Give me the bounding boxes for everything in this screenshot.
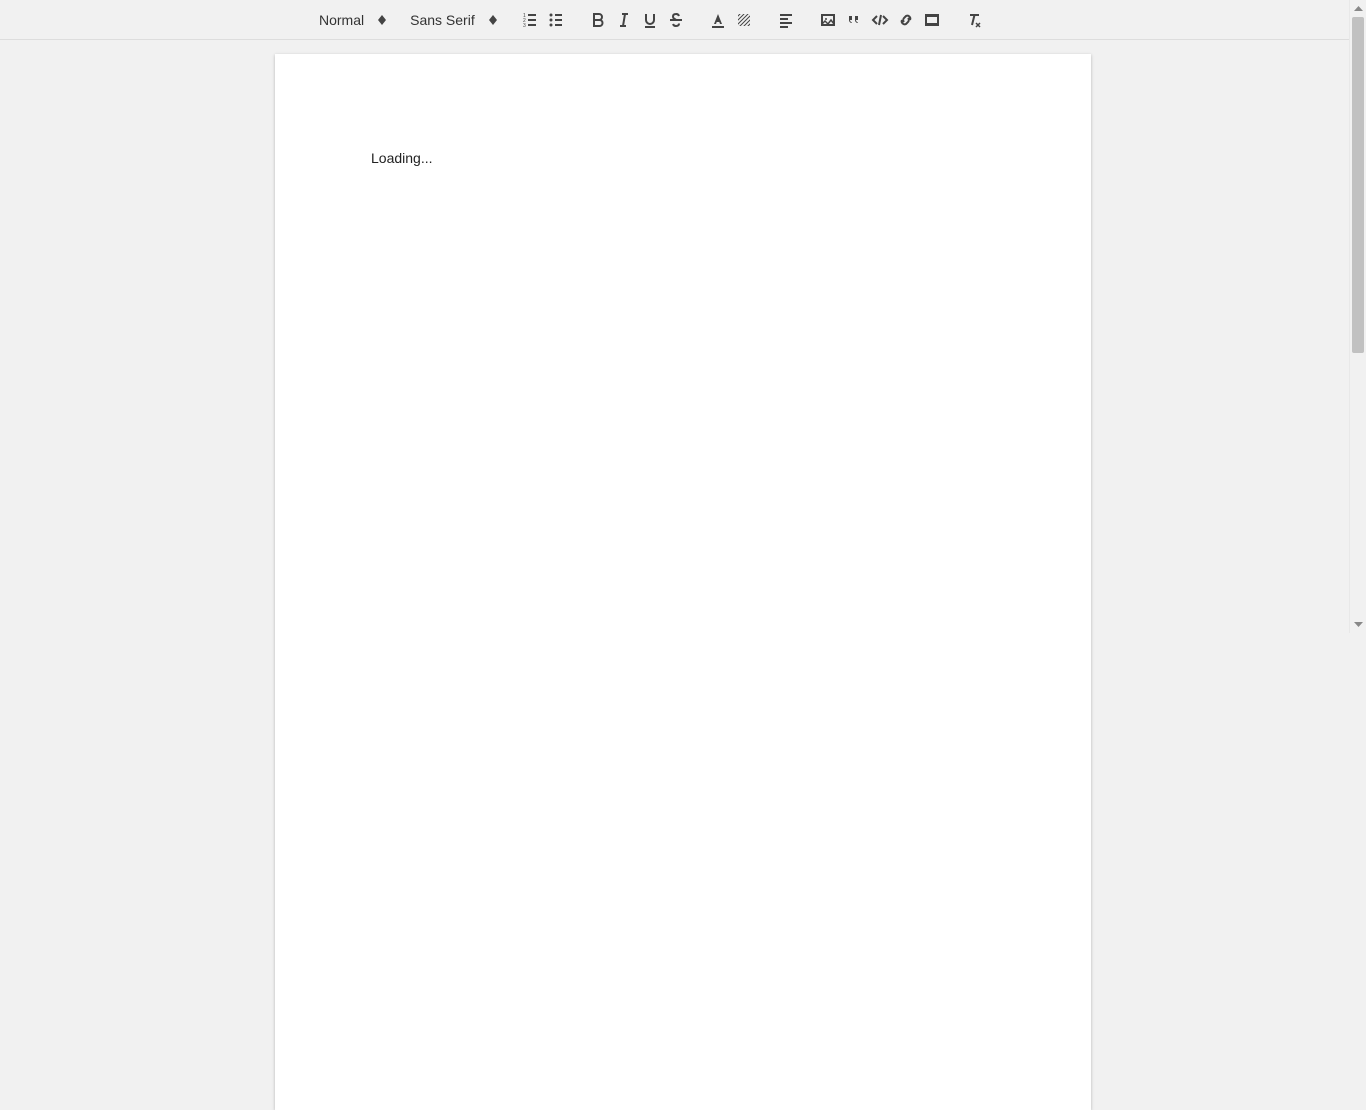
italic-button[interactable] [611,7,637,33]
document-page[interactable]: Loading... [275,54,1091,1110]
triangle-down-icon [1354,622,1363,627]
align-left-icon [777,11,795,29]
align-button[interactable] [773,7,799,33]
background-color-icon [735,11,753,29]
scroll-thumb[interactable] [1352,17,1364,353]
image-button[interactable] [815,7,841,33]
vertical-scrollbar[interactable] [1349,0,1366,633]
editor-toolbar: Normal Sans Serif 1 2 3 [0,0,1366,40]
scroll-down-button[interactable] [1350,616,1366,633]
bold-icon [589,11,607,29]
code-icon [871,11,889,29]
ordered-list-button[interactable]: 1 2 3 [517,7,543,33]
italic-icon [615,11,633,29]
code-block-button[interactable] [867,7,893,33]
text-color-button[interactable] [705,7,731,33]
clear-format-button[interactable] [961,7,987,33]
clear-format-icon [965,11,983,29]
quote-icon [845,11,863,29]
scroll-up-button[interactable] [1350,0,1366,17]
underline-icon [641,11,659,29]
bullet-list-button[interactable] [543,7,569,33]
ordered-list-icon: 1 2 3 [521,11,539,29]
svg-text:3: 3 [523,23,526,29]
bold-button[interactable] [585,7,611,33]
text-color-icon [709,11,727,29]
video-button[interactable] [919,7,945,33]
image-icon [819,11,837,29]
underline-button[interactable] [637,7,663,33]
heading-picker-label: Normal [319,12,364,28]
document-content[interactable]: Loading... [371,150,995,166]
bullet-list-icon [547,11,565,29]
chevron-updown-icon [378,15,386,25]
background-color-button[interactable] [731,7,757,33]
link-icon [897,11,915,29]
chevron-updown-icon [489,15,497,25]
triangle-up-icon [1354,6,1363,11]
video-icon [923,11,941,29]
font-picker[interactable]: Sans Serif [406,6,501,34]
blockquote-button[interactable] [841,7,867,33]
strike-button[interactable] [663,7,689,33]
editor-canvas: Loading... [0,40,1366,1110]
font-picker-label: Sans Serif [410,12,475,28]
heading-picker[interactable]: Normal [315,6,390,34]
strike-icon [667,11,685,29]
link-button[interactable] [893,7,919,33]
scroll-track[interactable] [1350,17,1366,616]
